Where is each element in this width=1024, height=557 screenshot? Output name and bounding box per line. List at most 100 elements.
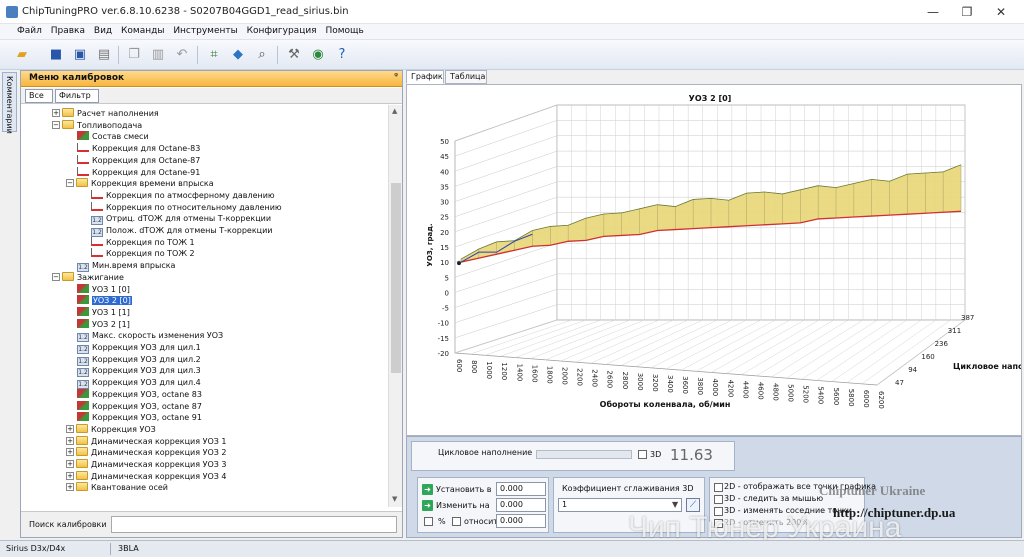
paste-icon[interactable]: ▥ [148, 45, 168, 65]
tree-folder[interactable]: − Зажигание [52, 271, 124, 284]
percent-checkbox[interactable] [424, 517, 433, 526]
change-arrow-icon[interactable]: ➜ [422, 500, 433, 511]
smoothing-select[interactable]: 1 [558, 498, 682, 512]
relative-value-input[interactable]: 0.000 [496, 514, 546, 528]
tree-item[interactable]: 1.2 Коррекция УОЗ для цил.1 [77, 342, 201, 354]
graph-icon[interactable]: ⟋ [686, 498, 700, 512]
expand-icon[interactable]: + [52, 109, 60, 117]
tree-item[interactable]: Коррекция для Octane-87 [77, 154, 200, 167]
tree-item[interactable]: Коррекция по относительному давлению [91, 201, 282, 214]
expand-icon[interactable]: + [66, 483, 74, 492]
diamond-icon[interactable]: ◆ [228, 45, 248, 65]
scroll-up-icon[interactable]: ▲ [392, 107, 397, 115]
magnifier-icon[interactable]: ⌕ [252, 45, 272, 65]
menu-tools[interactable]: Инструменты [170, 24, 240, 36]
menu-file[interactable]: Файл [14, 24, 45, 36]
x-axis-label: Обороты коленвала, об/мин [600, 399, 731, 409]
tree-item[interactable]: 1.2 Полож. dТОЖ для отмены Т-коррекции [91, 225, 273, 237]
expand-icon[interactable]: + [66, 424, 74, 433]
tree-item[interactable]: Коррекция по ТОЖ 1 [91, 236, 195, 249]
tree-item[interactable]: Состав смеси [77, 131, 149, 143]
curve-2d-icon [77, 143, 89, 153]
menu-edit[interactable]: Правка [48, 24, 88, 36]
chevron-down-icon[interactable]: ▼ [672, 500, 678, 509]
menu-config[interactable]: Конфигурация [244, 24, 320, 36]
minimize-button[interactable]: — [918, 2, 948, 22]
tree-item[interactable]: Коррекция УОЗ, octane 91 [77, 412, 202, 424]
load-3d-checkbox[interactable] [638, 450, 647, 459]
tree-item[interactable]: 1.2 Коррекция УОЗ для цил.4 [77, 377, 201, 390]
filter-tab-all[interactable]: Все [25, 89, 53, 103]
close-button[interactable]: ✕ [986, 2, 1016, 22]
expand-icon[interactable]: + [66, 448, 74, 457]
x-tick-label: 1800 [545, 366, 553, 384]
scroll-down-icon[interactable]: ▼ [392, 495, 397, 503]
menu-help[interactable]: Помощь [322, 24, 366, 36]
scroll-thumb[interactable] [391, 183, 401, 373]
wrench-icon[interactable]: ⚒ [284, 45, 304, 65]
pin-icon[interactable]: ᵠ [394, 72, 398, 82]
change-value-input[interactable]: 0.000 [496, 498, 546, 512]
hint-checkbox-2[interactable] [714, 495, 723, 504]
tree-item-label: Коррекция по атмосферному давлению [106, 190, 275, 200]
help-icon[interactable]: ? [332, 45, 352, 65]
undo-icon[interactable]: ↶ [172, 45, 192, 65]
load-slider[interactable] [536, 450, 632, 459]
tree-folder[interactable]: − Коррекция времени впрыска [66, 178, 214, 190]
print-icon[interactable]: ▤ [94, 45, 114, 65]
tree-scrollbar[interactable]: ▲ ▼ [388, 105, 402, 507]
tree-folder[interactable]: − Топливоподача [52, 119, 142, 132]
z-tick-label: 94 [908, 366, 917, 374]
tree-item[interactable]: Коррекция для Octane-83 [77, 143, 200, 155]
x-tick-label: 5400 [817, 386, 825, 404]
surface-chart[interactable]: -20 -15 -10 -5 0 5 10 15 20 25 30 35 40 45 50 600 800 100… [407, 85, 1024, 435]
tree-item[interactable]: Коррекция по атмосферному давлению [91, 189, 275, 202]
tree-item[interactable]: 1.2 Макс. скорость изменения УОЗ [77, 330, 223, 343]
tree-item[interactable]: Коррекция по ТОЖ 2 [91, 248, 195, 260]
tree-item[interactable]: УОЗ 2 [1] [77, 318, 130, 331]
tree-item[interactable]: Коррекция для Octane-91 [77, 166, 200, 179]
copy-icon[interactable]: ❐ [124, 45, 144, 65]
calculator-icon[interactable]: ⌗ [204, 45, 224, 65]
tree-item[interactable]: 1.2 Отриц. dТОЖ для отмены Т-коррекции [91, 213, 271, 226]
menu-view[interactable]: Вид [91, 24, 115, 36]
save-as-icon[interactable]: ▣ [70, 45, 90, 65]
tree-folder[interactable]: + Динамическая коррекция УОЗ 4 [66, 470, 227, 483]
tree-folder[interactable]: + Расчет наполнения [52, 108, 159, 120]
set-arrow-icon[interactable]: ➜ [422, 484, 433, 495]
save-icon[interactable]: ■ [46, 45, 66, 65]
tree-item[interactable]: 1.2 Мин.время впрыска [77, 260, 175, 273]
expand-icon[interactable]: + [66, 436, 74, 445]
maximize-button[interactable]: ❐ [952, 2, 982, 22]
collapse-icon[interactable]: − [66, 179, 74, 188]
x-tick-label: 5800 [847, 389, 855, 407]
filter-tab-filter[interactable]: Фильтр [55, 89, 99, 103]
relative-checkbox[interactable] [452, 517, 461, 526]
expand-icon[interactable]: + [66, 460, 74, 468]
globe-icon[interactable]: ◉ [308, 45, 328, 65]
tree-item[interactable]: УОЗ 2 [0] [77, 295, 132, 307]
tree-item[interactable]: 1.2 Коррекция УОЗ для цил.2 [77, 354, 201, 366]
collapse-icon[interactable]: − [52, 120, 60, 129]
tree-item[interactable]: УОЗ 1 [0] [77, 283, 130, 296]
set-value-input[interactable]: 0.000 [496, 482, 546, 496]
tree-item[interactable]: 1.2 Коррекция УОЗ для цил.3 [77, 365, 201, 378]
comments-side-tab[interactable]: Комментарии [2, 72, 17, 134]
tree-folder[interactable]: + Динамическая коррекция УОЗ 1 [66, 435, 227, 448]
tab-graph[interactable]: График [406, 70, 444, 84]
tree-folder[interactable]: + Коррекция УОЗ [66, 423, 156, 436]
tab-table[interactable]: Таблица [445, 70, 487, 84]
tree-folder[interactable]: + Динамическая коррекция УОЗ 3 [66, 459, 227, 471]
hint-checkbox-1[interactable] [714, 483, 723, 492]
tree-item[interactable]: Коррекция УОЗ, octane 83 [77, 388, 202, 401]
search-input[interactable] [111, 516, 397, 533]
collapse-icon[interactable]: − [52, 272, 60, 281]
z-tick-label: 47 [895, 379, 904, 387]
menu-commands[interactable]: Команды [118, 24, 167, 36]
tree-folder[interactable]: + Квантование осей [66, 482, 168, 494]
tree-item[interactable]: Коррекция УОЗ, octane 87 [77, 400, 202, 413]
tree-item[interactable]: УОЗ 1 [1] [77, 306, 130, 319]
open-folder-icon[interactable]: ▰ [12, 45, 32, 65]
expand-icon[interactable]: + [66, 471, 74, 480]
tree-folder[interactable]: + Динамическая коррекция УОЗ 2 [66, 447, 227, 459]
